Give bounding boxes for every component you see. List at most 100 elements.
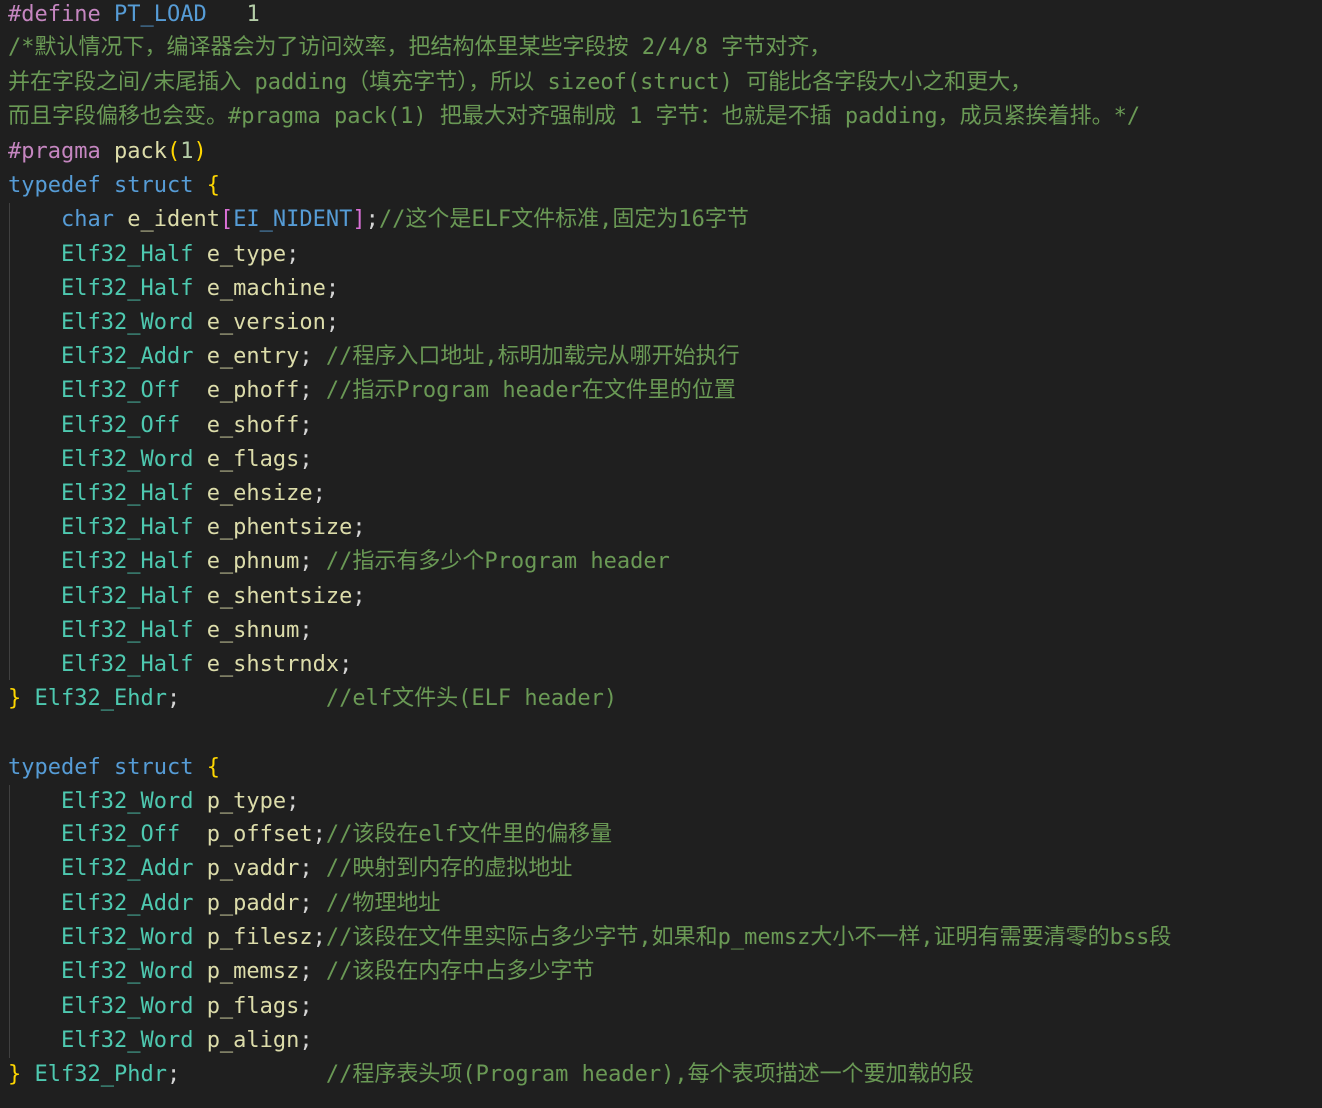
- field-name: p_offset: [206, 822, 313, 847]
- semicolon: ;: [325, 310, 340, 335]
- define-macro-name: PT_LOAD: [113, 2, 207, 27]
- define-macro-value: 1: [246, 2, 260, 27]
- pragma-value: 1: [180, 139, 194, 164]
- field-comment: //指示有多少个Program header: [325, 549, 670, 574]
- field-type: Elf32_Half: [60, 549, 194, 574]
- ehdr-field: Elf32_Half e_phentsize;: [8, 511, 366, 545]
- semicolon: ;: [299, 959, 326, 984]
- ehdr-close-line: } Elf32_Ehdr; //elf文件头(ELF header): [8, 682, 617, 716]
- field-type: Elf32_Half: [60, 515, 194, 540]
- field-name: p_type: [206, 789, 287, 814]
- semicolon: ;: [312, 925, 326, 950]
- struct-type-name: Elf32_Phdr: [34, 1062, 167, 1087]
- pragma-open-paren: (: [166, 139, 181, 164]
- field-comment: //该段在elf文件里的偏移量: [325, 822, 613, 847]
- comment-line: /*默认情况下，编译器会为了访问效率，把结构体里某些字段按 2/4/8 字节对齐…: [8, 35, 832, 60]
- comment-line: 而且字段偏移也会变。#pragma pack(1) 把最大对齐强制成 1 字节：…: [8, 104, 1141, 129]
- code-editor[interactable]: #define PT_LOAD 1 /*默认情况下，编译器会为了访问效率，把结构…: [0, 0, 1322, 1108]
- close-brace: }: [8, 1062, 22, 1087]
- phdr-field: Elf32_Word p_flags;: [8, 990, 313, 1024]
- phdr-field: Elf32_Off p_offset;//该段在elf文件里的偏移量: [8, 818, 612, 852]
- struct-comment: //程序表头项(Program header),每个表项描述一个要加载的段: [325, 1062, 974, 1087]
- field-type: Elf32_Word: [60, 310, 194, 335]
- field-type: Elf32_Half: [60, 276, 194, 301]
- field-name: e_shoff: [206, 413, 300, 438]
- field-name: e_shstrndx: [206, 652, 340, 677]
- field-type: Elf32_Addr: [60, 856, 194, 881]
- field-type: Elf32_Word: [60, 994, 194, 1019]
- field-type: Elf32_Half: [60, 584, 194, 609]
- field-type: Elf32_Half: [60, 242, 194, 267]
- semicolon: ;: [339, 652, 353, 677]
- ehdr-field: Elf32_Half e_shentsize;: [8, 580, 366, 614]
- semicolon: ;: [299, 618, 313, 643]
- field-comment: //该段在内存中占多少字节: [325, 959, 595, 984]
- field-name: p_memsz: [206, 959, 300, 984]
- field-comment: //程序入口地址,标明加载完从哪开始执行: [325, 344, 740, 369]
- semicolon: ;: [325, 276, 340, 301]
- ehdr-field: Elf32_Off e_shoff;: [8, 409, 313, 443]
- field-type: char: [60, 207, 114, 232]
- lbracket: [: [219, 207, 234, 232]
- field-type: Elf32_Off: [60, 413, 194, 438]
- field-comment: //这个是ELF文件标准,固定为16字节: [378, 207, 749, 232]
- ehdr-field-e-ident: char e_ident[EI_NIDENT];//这个是ELF文件标准,固定为…: [8, 203, 749, 237]
- phdr-close-line: } Elf32_Phdr; //程序表头项(Program header),每个…: [8, 1058, 974, 1092]
- semicolon: ;: [365, 207, 379, 232]
- field-name: e_version: [206, 310, 326, 335]
- ehdr-field: Elf32_Half e_phnum; //指示有多少个Program head…: [8, 545, 670, 579]
- ehdr-field: Elf32_Half e_type;: [8, 238, 299, 272]
- phdr-field: Elf32_Word p_align;: [8, 1024, 313, 1058]
- field-type: Elf32_Word: [60, 925, 194, 950]
- field-name: p_align: [206, 1028, 300, 1053]
- field-name: e_ehsize: [206, 481, 313, 506]
- ehdr-field: Elf32_Half e_ehsize;: [8, 477, 326, 511]
- phdr-field: Elf32_Word p_type;: [8, 785, 299, 819]
- code-line-define: #define PT_LOAD 1: [8, 0, 260, 32]
- phdr-field: Elf32_Word p_filesz;//该段在文件里实际占多少字节,如果和p…: [8, 921, 1171, 955]
- field-type: Elf32_Addr: [60, 891, 194, 916]
- semicolon: ;: [299, 378, 326, 403]
- field-type: Elf32_Half: [60, 481, 194, 506]
- code-line-pragma: #pragma pack(1): [8, 135, 207, 169]
- struct-type-name: Elf32_Ehdr: [34, 686, 167, 711]
- ehdr-field: Elf32_Half e_machine;: [8, 272, 339, 306]
- ehdr-field: Elf32_Half e_shstrndx;: [8, 648, 352, 682]
- semicolon: ;: [352, 515, 366, 540]
- field-name: e_type: [206, 242, 287, 267]
- semicolon: ;: [299, 891, 326, 916]
- field-name: e_phoff: [206, 378, 300, 403]
- semicolon: ;: [166, 1062, 181, 1087]
- semicolon: ;: [286, 789, 300, 814]
- ehdr-field: Elf32_Word e_flags;: [8, 443, 313, 477]
- semicolon: ;: [299, 447, 313, 472]
- field-type: Elf32_Word: [60, 789, 194, 814]
- field-comment: //物理地址: [325, 891, 441, 916]
- array-size: EI_NIDENT: [233, 207, 353, 232]
- field-name: p_filesz: [206, 925, 313, 950]
- field-type: Elf32_Off: [60, 378, 194, 403]
- field-type: Elf32_Word: [60, 447, 194, 472]
- field-type: Elf32_Half: [60, 618, 194, 643]
- semicolon: ;: [352, 584, 366, 609]
- struct-keyword: struct: [113, 173, 194, 198]
- semicolon: ;: [286, 242, 300, 267]
- semicolon: ;: [299, 1028, 313, 1053]
- struct-comment: //elf文件头(ELF header): [325, 686, 618, 711]
- phdr-field: Elf32_Addr p_paddr; //物理地址: [8, 887, 440, 921]
- struct-keyword: struct: [113, 755, 194, 780]
- ehdr-field: Elf32_Off e_phoff; //指示Program header在文件…: [8, 374, 736, 408]
- field-name: e_shentsize: [206, 584, 353, 609]
- field-type: Elf32_Word: [60, 1028, 194, 1053]
- field-comment: //映射到内存的虚拟地址: [325, 856, 573, 881]
- field-type: Elf32_Off: [60, 822, 194, 847]
- rbracket: ]: [352, 207, 366, 232]
- field-name: p_vaddr: [206, 856, 300, 881]
- semicolon: ;: [299, 549, 326, 574]
- field-name: p_flags: [206, 994, 300, 1019]
- field-name: e_phentsize: [206, 515, 353, 540]
- field-comment: //指示Program header在文件里的位置: [325, 378, 736, 403]
- ehdr-field: Elf32_Word e_version;: [8, 306, 339, 340]
- ehdr-typedef-line: typedef struct {: [8, 169, 220, 203]
- ehdr-field: Elf32_Addr e_entry; //程序入口地址,标明加载完从哪开始执行: [8, 340, 740, 374]
